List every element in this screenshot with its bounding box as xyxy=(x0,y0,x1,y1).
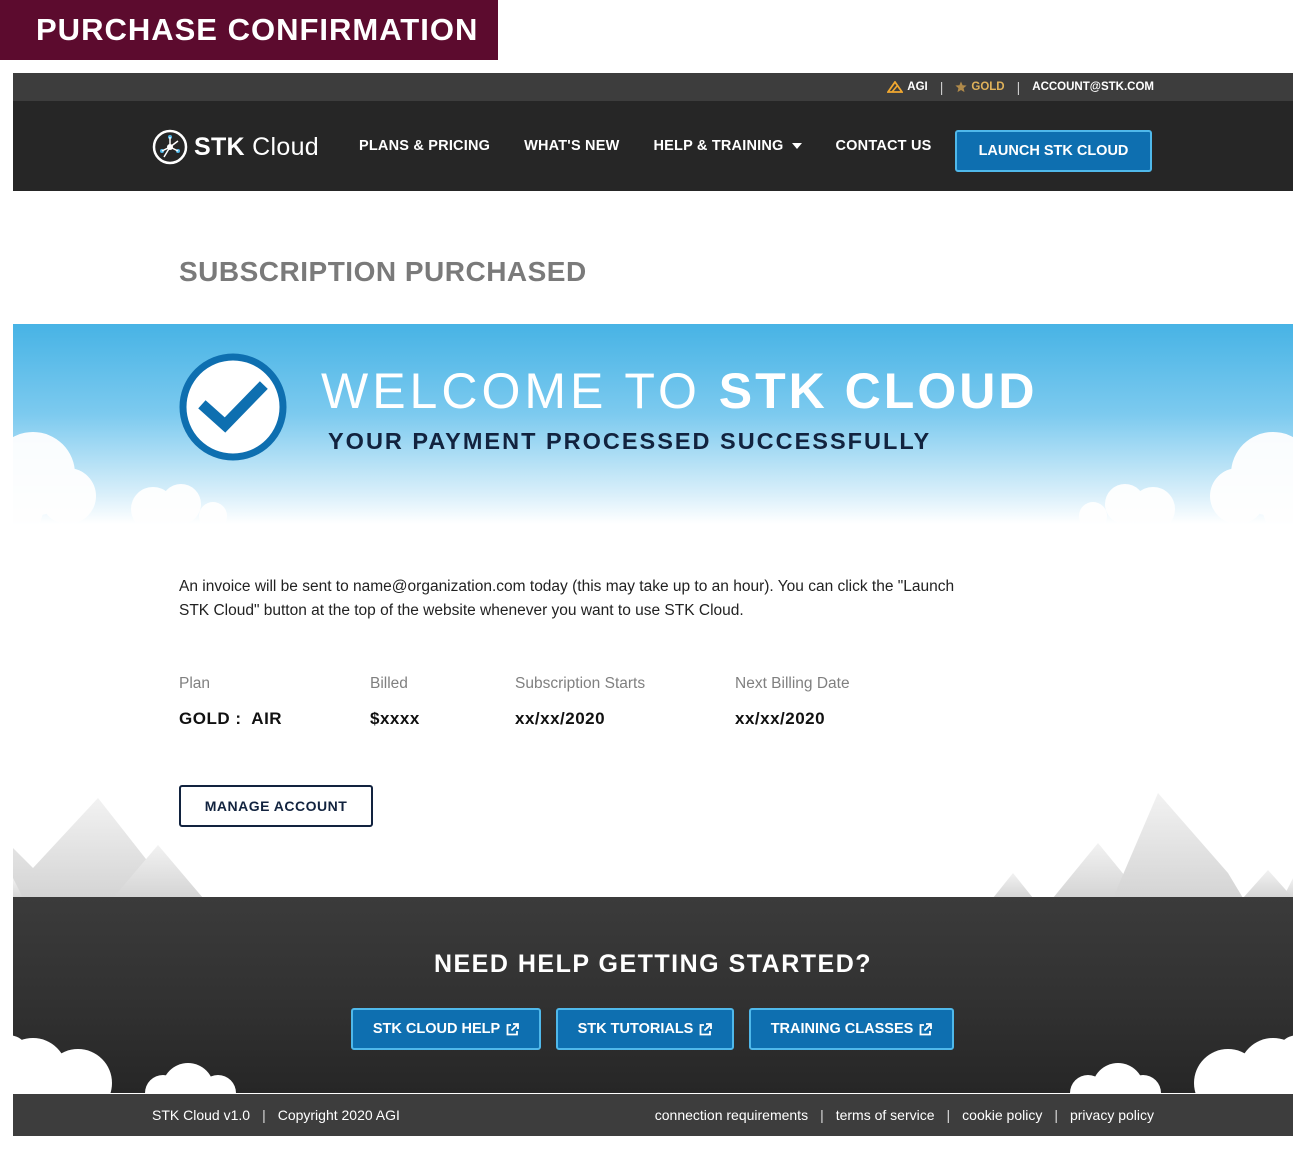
starts-value: xx/xx/2020 xyxy=(515,709,606,728)
utility-bar: AGI | GOLD | ACCOUNT@STK.COM xyxy=(13,73,1293,101)
help-section: NEED HELP GETTING STARTED? STK CLOUD HEL… xyxy=(13,897,1293,1093)
chevron-down-icon xyxy=(791,143,802,149)
plan-column: Plan GOLD : AIR xyxy=(179,675,282,729)
cookie-policy-link[interactable]: cookie policy xyxy=(962,1107,1042,1123)
footer-divider: | xyxy=(820,1107,824,1123)
next-billing-value: xx/xx/2020 xyxy=(735,709,826,728)
account-link[interactable]: ACCOUNT@STK.COM xyxy=(1032,81,1154,93)
footer-divider: | xyxy=(262,1107,266,1123)
next-billing-column: Next Billing Date xx/xx/2020 xyxy=(735,675,850,729)
welcome-banner: WELCOME TO STK CLOUD YOUR PAYMENT PROCES… xyxy=(13,324,1293,524)
help-title: NEED HELP GETTING STARTED? xyxy=(433,950,873,978)
agi-logo-icon xyxy=(887,81,904,93)
website: AGI | GOLD | ACCOUNT@STK.COM STK Cloud P… xyxy=(13,73,1293,1136)
tier-label: GOLD xyxy=(971,81,1005,93)
page-title: SUBSCRIPTION PURCHASED xyxy=(179,256,587,287)
stk-cloud-help-button[interactable]: STK CLOUD HELP xyxy=(351,1008,541,1050)
button-label: STK TUTORIALS xyxy=(577,1021,694,1037)
plan-value: GOLD : AIR xyxy=(179,709,283,728)
training-classes-button[interactable]: TRAINING CLASSES xyxy=(749,1008,954,1050)
logo-text: STK Cloud xyxy=(194,132,319,161)
agi-label: AGI xyxy=(907,81,928,93)
external-link-icon xyxy=(506,1022,520,1035)
footer-divider: | xyxy=(1054,1107,1058,1123)
terms-of-service-link[interactable]: terms of service xyxy=(836,1107,935,1123)
stk-tutorials-button[interactable]: STK TUTORIALS xyxy=(556,1008,734,1050)
nav-help-training[interactable]: HELP & TRAINING xyxy=(653,138,802,154)
billed-column: Billed $xxxx xyxy=(370,675,420,729)
footer-copyright: Copyright 2020 AGI xyxy=(277,1107,400,1123)
plan-label: Plan xyxy=(179,675,211,692)
privacy-policy-link[interactable]: privacy policy xyxy=(1070,1107,1154,1123)
connection-requirements-link[interactable]: connection requirements xyxy=(655,1107,808,1123)
external-link-icon xyxy=(919,1022,933,1035)
help-buttons: STK CLOUD HELP STK TUTORIALS TRAINING CL… xyxy=(351,1008,954,1050)
subscription-details: Plan GOLD : AIR Billed $xxxx Subscriptio… xyxy=(179,675,979,745)
starts-column: Subscription Starts xx/xx/2020 xyxy=(515,675,645,729)
main-nav: STK Cloud PLANS & PRICING WHAT'S NEW HEL… xyxy=(13,101,1293,191)
invoice-message: An invoice will be sent to name@organiza… xyxy=(179,578,955,619)
billed-value: $xxxx xyxy=(370,709,420,728)
nav-plans-pricing[interactable]: PLANS & PRICING xyxy=(359,138,490,154)
stk-cloud-logo[interactable]: STK Cloud xyxy=(152,129,319,165)
nav-whats-new[interactable]: WHAT'S NEW xyxy=(524,138,619,154)
external-link-icon xyxy=(699,1022,713,1035)
footer-version: STK Cloud v1.0 xyxy=(152,1107,251,1123)
frame-label: PURCHASE CONFIRMATION xyxy=(0,0,498,60)
checkmark-icon xyxy=(179,353,287,461)
nav-help-training-label: HELP & TRAINING xyxy=(653,138,784,154)
tier-badge: GOLD xyxy=(955,81,1005,93)
footer-divider: | xyxy=(946,1107,951,1123)
star-icon xyxy=(955,81,967,93)
welcome-heading: WELCOME TO STK CLOUD xyxy=(321,363,1038,419)
billed-label: Billed xyxy=(370,675,408,692)
starts-label: Subscription Starts xyxy=(515,675,646,692)
stk-cloud-logo-icon xyxy=(152,129,188,165)
button-label: STK CLOUD HELP xyxy=(372,1021,501,1037)
util-divider: | xyxy=(939,79,944,95)
util-divider: | xyxy=(1016,79,1021,95)
cloud-decoration xyxy=(13,1035,1293,1093)
launch-stk-cloud-button[interactable]: LAUNCH STK CLOUD xyxy=(955,130,1152,172)
mountain-decoration xyxy=(13,793,1293,898)
nav-contact-us[interactable]: CONTACT US xyxy=(836,138,932,154)
nav-links: PLANS & PRICING WHAT'S NEW HELP & TRAINI… xyxy=(359,101,966,191)
button-label: TRAINING CLASSES xyxy=(770,1021,914,1037)
next-billing-label: Next Billing Date xyxy=(735,675,850,692)
agi-link[interactable]: AGI xyxy=(887,81,928,93)
footer: STK Cloud v1.0 | Copyright 2020 AGI conn… xyxy=(13,1094,1293,1136)
payment-success-subtitle: YOUR PAYMENT PROCESSED SUCCESSFULLY xyxy=(328,428,932,454)
